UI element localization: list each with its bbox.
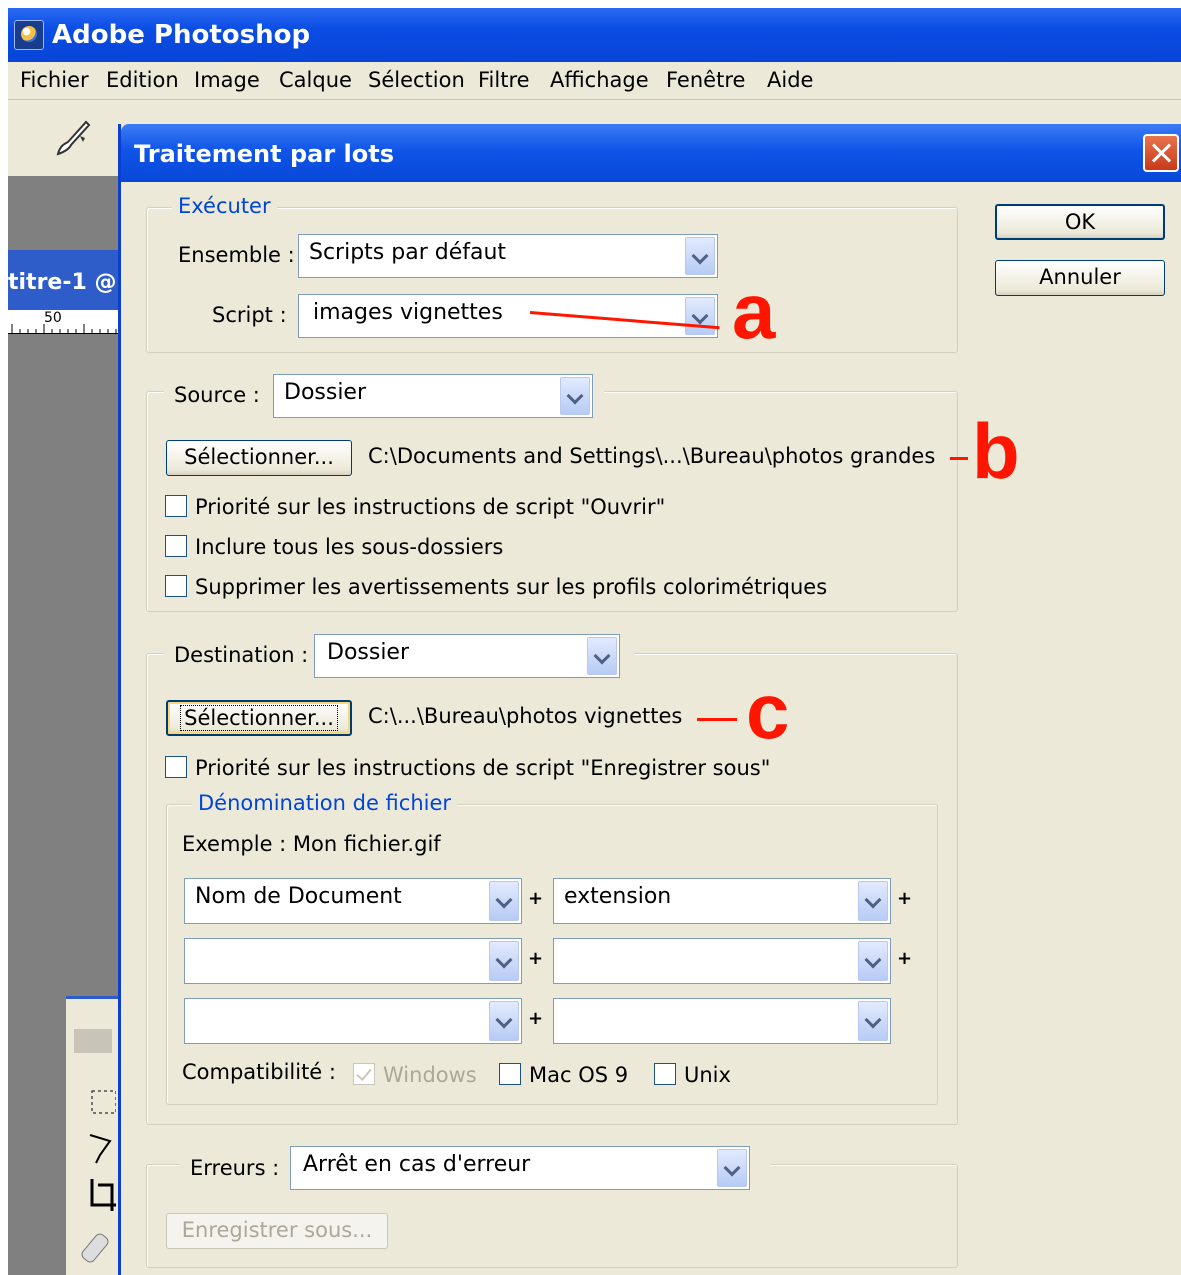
source-select-button-label: Sélectionner... <box>184 445 334 469</box>
document-title: titre-1 @ <box>8 270 117 295</box>
include-subfolders-checkbox[interactable] <box>165 535 187 557</box>
compat-unix-checkbox[interactable] <box>654 1063 676 1085</box>
annotation-line-b <box>950 457 968 460</box>
file-naming-legend: Dénomination de fichier <box>192 791 458 815</box>
chevron-down-icon[interactable] <box>489 941 519 981</box>
source-value: Dossier <box>284 380 367 405</box>
menu-fenetre[interactable]: Fenêtre <box>666 68 745 92</box>
script-value: images vignettes <box>313 300 503 325</box>
menu-affichage[interactable]: Affichage <box>550 68 649 92</box>
source-path: C:\Documents and Settings\...\Bureau\pho… <box>368 444 936 468</box>
destination-select-button[interactable]: Sélectionner... <box>166 700 352 736</box>
errors-select[interactable]: Arrêt en cas d'erreur <box>290 1146 750 1190</box>
ok-button[interactable]: OK <box>995 204 1165 240</box>
chevron-down-icon[interactable] <box>685 237 715 275</box>
crop-tool-icon <box>90 1179 116 1211</box>
plus-sign: + <box>528 948 544 969</box>
ensemble-select[interactable]: Scripts par défaut <box>298 234 718 278</box>
destination-select-button-label: Sélectionner... <box>180 705 338 731</box>
naming-field-4[interactable] <box>553 938 891 984</box>
source-select[interactable]: Dossier <box>273 374 593 418</box>
source-select-button[interactable]: Sélectionner... <box>166 440 352 476</box>
destination-path: C:\...\Bureau\photos vignettes <box>368 704 683 728</box>
plus-sign: + <box>528 888 544 909</box>
menu-fichier[interactable]: Fichier <box>20 68 89 92</box>
chevron-down-icon[interactable] <box>489 881 519 921</box>
suppress-color-warnings-checkbox[interactable] <box>165 575 187 597</box>
chevron-down-icon[interactable] <box>489 1001 519 1041</box>
compat-label: Compatibilité : <box>182 1060 336 1084</box>
ensemble-value: Scripts par défaut <box>309 240 507 265</box>
menu-selection[interactable]: Sélection <box>368 68 465 92</box>
naming-field-6[interactable] <box>553 998 891 1044</box>
brush-icon[interactable] <box>52 118 92 158</box>
naming-field-2[interactable]: extension <box>553 878 891 924</box>
override-open-checkbox[interactable] <box>165 495 187 517</box>
destination-select[interactable]: Dossier <box>314 634 620 678</box>
annotation-line-c <box>697 718 737 721</box>
annotation-letter-a: a <box>732 267 776 355</box>
save-as-button-label: Enregistrer sous... <box>181 1218 373 1242</box>
chevron-down-icon[interactable] <box>560 377 590 415</box>
chevron-down-icon[interactable] <box>717 1149 747 1187</box>
close-button[interactable] <box>1143 134 1179 172</box>
errors-label: Erreurs : <box>190 1156 280 1180</box>
compat-mac-label: Mac OS 9 <box>529 1063 629 1087</box>
naming-field-3[interactable] <box>184 938 522 984</box>
tools-panel <box>66 996 120 1275</box>
lasso-tool-icon <box>89 1134 112 1164</box>
errors-value: Arrêt en cas d'erreur <box>303 1152 531 1177</box>
menu-edition[interactable]: Edition <box>106 68 179 92</box>
cancel-button[interactable]: Annuler <box>995 260 1165 296</box>
menu-aide[interactable]: Aide <box>767 68 813 92</box>
override-save-as-label: Priorité sur les instructions de script … <box>195 756 771 780</box>
compat-mac-checkbox[interactable] <box>499 1063 521 1085</box>
naming-field-2-value: extension <box>564 884 672 909</box>
dialog-title: Traitement par lots <box>134 140 394 168</box>
menu-bar: Fichier Edition Image Calque Sélection F… <box>8 62 1181 100</box>
naming-field-5[interactable] <box>184 998 522 1044</box>
annotation-letter-b: b <box>972 407 1020 495</box>
naming-example: Exemple : Mon fichier.gif <box>182 832 441 856</box>
destination-value: Dossier <box>327 640 410 665</box>
photoshop-app-icon <box>14 20 44 50</box>
ok-button-label: OK <box>1064 210 1096 234</box>
ruler: 50 <box>8 310 120 334</box>
override-save-as-checkbox[interactable] <box>165 756 187 778</box>
cancel-button-label: Annuler <box>1039 265 1121 289</box>
naming-field-1[interactable]: Nom de Document <box>184 878 522 924</box>
ensemble-label: Ensemble : <box>178 243 295 267</box>
naming-field-1-value: Nom de Document <box>195 884 402 909</box>
source-label: Source : <box>174 383 260 407</box>
compat-unix-label: Unix <box>684 1063 731 1087</box>
override-open-label: Priorité sur les instructions de script … <box>195 495 666 519</box>
chevron-down-icon[interactable] <box>858 881 888 921</box>
include-subfolders-label: Inclure tous les sous-dossiers <box>195 535 504 559</box>
chevron-down-icon[interactable] <box>587 637 617 675</box>
menu-filtre[interactable]: Filtre <box>478 68 530 92</box>
app-title: Adobe Photoshop <box>52 20 311 50</box>
plus-sign: + <box>897 948 913 969</box>
annotation-letter-c: c <box>746 667 790 755</box>
ruler-ticks <box>11 324 117 334</box>
plus-sign: + <box>528 1008 544 1029</box>
chevron-down-icon[interactable] <box>858 941 888 981</box>
compat-windows-label: Windows <box>383 1063 477 1087</box>
marquee-tool-icon <box>91 1090 116 1114</box>
chevron-down-icon[interactable] <box>858 1001 888 1041</box>
chevron-down-icon[interactable] <box>685 297 715 335</box>
executer-legend: Exécuter <box>172 194 277 218</box>
tool-icons[interactable] <box>70 1029 116 1269</box>
compat-windows-checkbox <box>353 1063 375 1085</box>
script-label: Script : <box>212 303 287 327</box>
menu-image[interactable]: Image <box>194 68 260 92</box>
plus-sign: + <box>897 888 913 909</box>
suppress-color-warnings-label: Supprimer les avertissements sur les pro… <box>195 575 828 599</box>
script-select[interactable]: images vignettes <box>298 294 718 338</box>
destination-label: Destination : <box>174 643 309 667</box>
save-as-button: Enregistrer sous... <box>166 1213 388 1249</box>
menu-calque[interactable]: Calque <box>279 68 352 92</box>
healing-tool-icon <box>81 1233 109 1263</box>
